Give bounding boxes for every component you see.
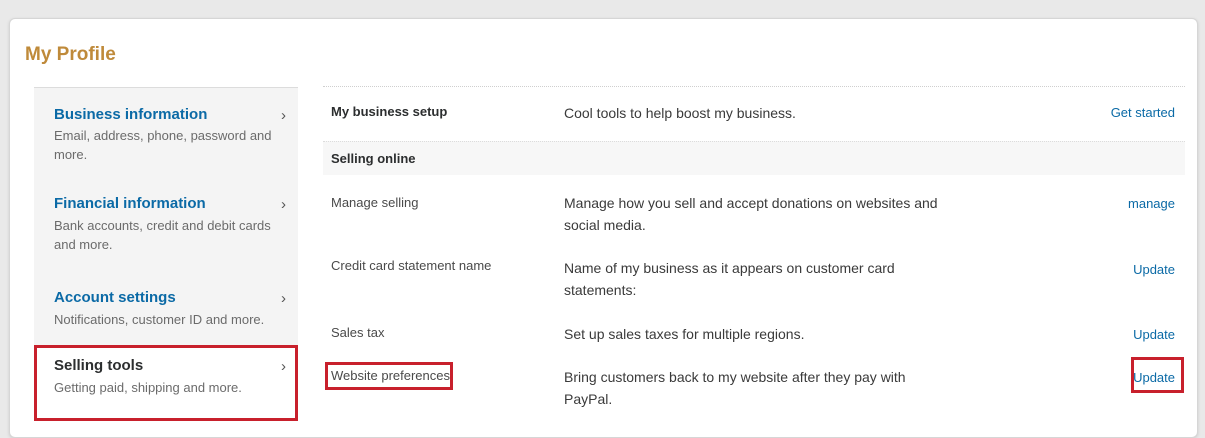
sidebar-item-desc: Notifications, customer ID and more.: [54, 312, 265, 327]
row-label: Credit card statement name: [331, 258, 492, 273]
sidebar-item-title: Account settings: [54, 289, 176, 306]
sidebar-item-title: Financial information: [54, 195, 206, 212]
row-desc: Set up sales taxes for multiple regions.: [564, 326, 805, 342]
row-label: Manage selling: [331, 195, 419, 210]
section-row: Selling online: [323, 141, 1185, 175]
sidebar-item-account-settings[interactable]: Account settings › Notifications, custom…: [34, 276, 298, 336]
row-label: Sales tax: [331, 325, 385, 340]
sidebar-item-title: Selling tools: [54, 357, 144, 374]
manage-selling-link[interactable]: manage: [1128, 196, 1175, 211]
update-statement-name-link[interactable]: Update: [1133, 262, 1175, 277]
sidebar-item-desc: Bank accounts, credit and debit cards an…: [54, 218, 271, 252]
table-row: Sales tax Set up sales taxes for multipl…: [323, 315, 1185, 358]
sidebar-item-financial-information[interactable]: Financial information › Bank accounts, c…: [34, 185, 298, 263]
sidebar-item-title: Business information: [54, 106, 208, 123]
row-desc: Manage how you sell and accept donations…: [564, 195, 938, 233]
sidebar-item-desc: Email, address, phone, password and more…: [54, 128, 272, 162]
section-label: Selling online: [331, 151, 416, 166]
row-desc: Name of my business as it appears on cus…: [564, 260, 895, 298]
chevron-right-icon: ›: [281, 358, 286, 375]
get-started-link[interactable]: Get started: [1111, 105, 1175, 120]
website-preferences-highlight: [325, 362, 453, 390]
table-row: Manage selling Manage how you sell and a…: [323, 175, 1185, 237]
chevron-right-icon: ›: [281, 290, 286, 307]
table-row: Credit card statement name Name of my bu…: [323, 237, 1185, 315]
chevron-right-icon: ›: [281, 196, 286, 213]
sidebar-item-desc: Getting paid, shipping and more.: [54, 380, 242, 395]
setup-label: My business setup: [331, 104, 448, 119]
update-button-highlight: [1131, 357, 1184, 393]
chevron-right-icon: ›: [281, 107, 286, 124]
sidebar-item-selling-tools[interactable]: Selling tools › Getting paid, shipping a…: [34, 345, 298, 421]
setup-row: My business setup Cool tools to help boo…: [323, 86, 1185, 141]
update-sales-tax-link[interactable]: Update: [1133, 327, 1175, 342]
setup-desc: Cool tools to help boost my business.: [564, 105, 796, 121]
sidebar-item-business-information[interactable]: Business information › Email, address, p…: [34, 100, 298, 178]
page-title: My Profile: [25, 44, 116, 65]
row-desc: Bring customers back to my website after…: [564, 369, 906, 407]
